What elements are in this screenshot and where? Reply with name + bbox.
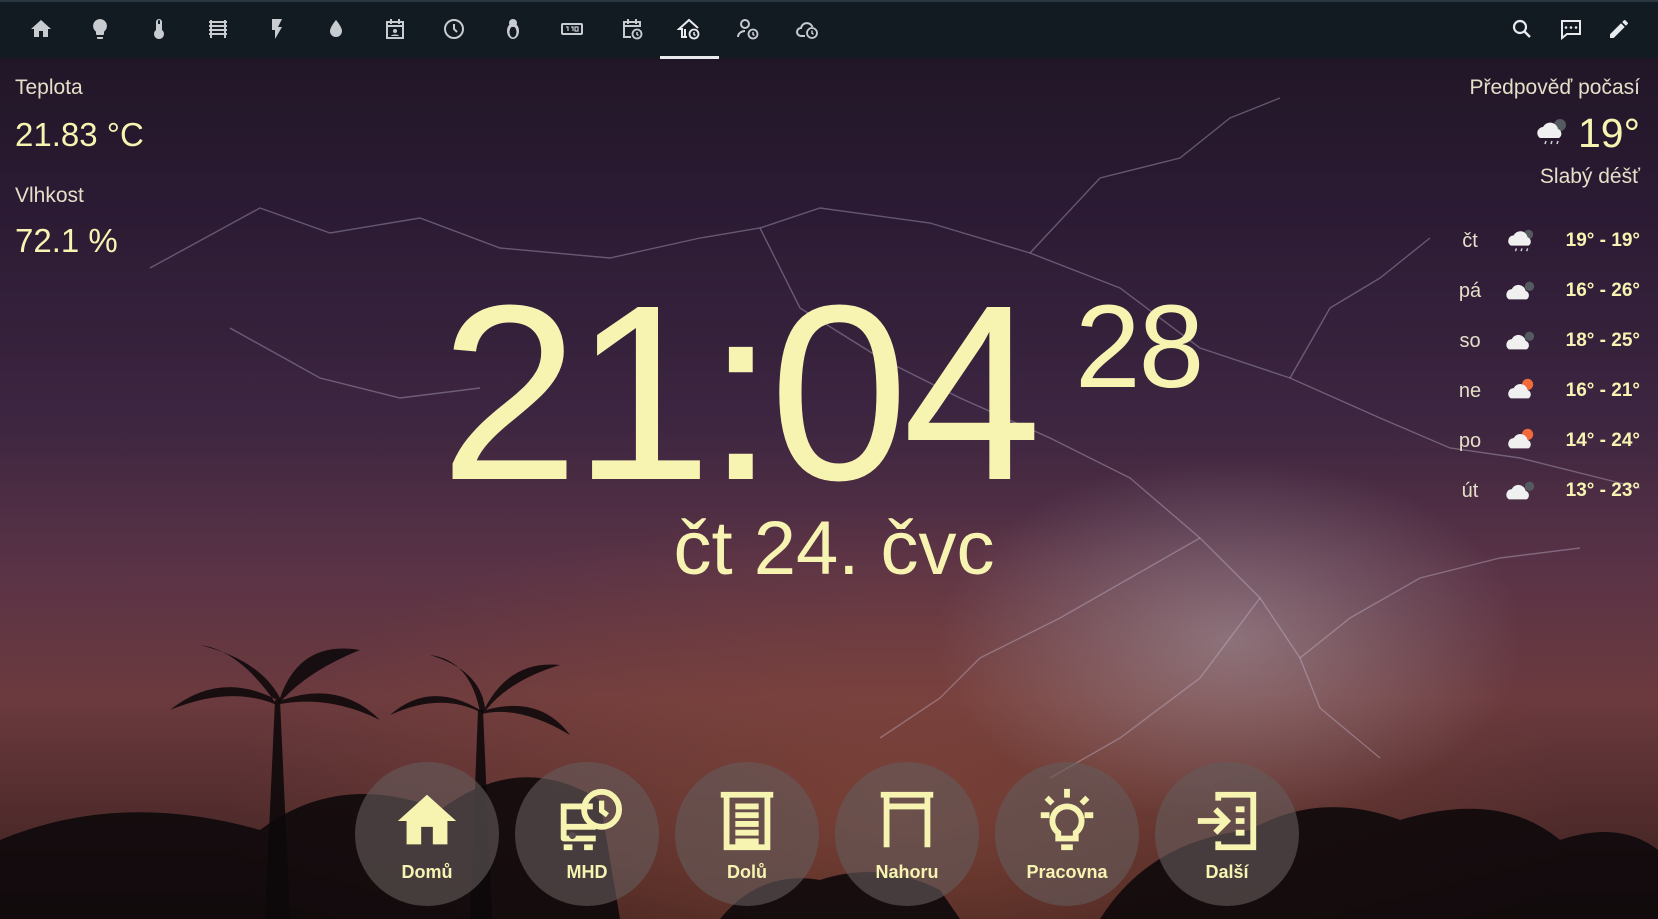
chat-icon[interactable]	[1553, 11, 1589, 47]
lightbulb-icon[interactable]	[82, 11, 118, 47]
partly-sunny-icon	[1505, 426, 1539, 454]
clock-seconds: 28	[1075, 281, 1204, 413]
more-button-label: Další	[1205, 862, 1249, 882]
forecast-row: út 13° - 23°	[1450, 476, 1640, 526]
active-tab-indicator	[660, 56, 719, 59]
calendar-clock-icon[interactable]	[614, 11, 650, 47]
forecast-day: čt	[1462, 230, 1478, 252]
forecast-list: čt 19° - 19° pá 16° - 26° so 18° - 25° n…	[1450, 226, 1640, 526]
clock-digital-icon[interactable]	[554, 11, 590, 47]
cloud-icon	[1505, 476, 1539, 504]
home-button[interactable]: Domů	[355, 762, 499, 906]
humidity-value[interactable]: 72.1 %	[15, 222, 118, 260]
pencil-icon[interactable]	[1601, 11, 1637, 47]
weather-condition: Slabý déšť	[1539, 165, 1640, 188]
blinds-open-icon	[880, 791, 934, 848]
cloud-icon	[1505, 276, 1539, 304]
clock-date: čt 24. čvc	[673, 506, 995, 591]
blinds-down-button[interactable]: Dolů	[675, 762, 819, 906]
cloud-rain-night-icon	[1505, 226, 1539, 254]
clock-icon[interactable]	[436, 11, 472, 47]
forecast-temp: 14° - 24°	[1565, 430, 1640, 451]
mhd-button[interactable]: MHD	[515, 762, 659, 906]
forecast-temp: 18° - 25°	[1565, 330, 1640, 351]
blinds-down-button-label: Dolů	[727, 862, 767, 882]
calendar-account-icon[interactable]	[377, 11, 413, 47]
humidity-label: Vlhkost	[15, 184, 84, 207]
home-icon[interactable]	[23, 11, 59, 47]
forecast-row: čt 19° - 19°	[1450, 226, 1640, 276]
top-toolbar	[0, 0, 1658, 59]
temperature-label: Teplota	[15, 76, 83, 99]
login-list-icon	[1197, 791, 1257, 851]
partly-sunny-icon	[1505, 376, 1539, 404]
clock-time: 21:04	[440, 253, 1042, 532]
forecast-day: ne	[1458, 380, 1482, 402]
more-button[interactable]: Další	[1155, 762, 1299, 906]
current-temperature: 19°	[1577, 110, 1640, 156]
forecast-temp: 19° - 19°	[1565, 230, 1640, 251]
penguin-icon[interactable]	[495, 11, 531, 47]
forecast-row: pá 16° - 26°	[1450, 276, 1640, 326]
flash-icon[interactable]	[259, 11, 295, 47]
home-clock-icon[interactable]	[671, 11, 707, 47]
forecast-row: ne 16° - 21°	[1450, 376, 1640, 426]
cloud-clock-icon[interactable]	[789, 11, 825, 47]
forecast-temp: 16° - 26°	[1565, 280, 1640, 301]
cloud-rain-night-icon	[1534, 116, 1570, 151]
blinds-closed-icon	[720, 791, 774, 851]
lightbulb-on-icon	[1040, 788, 1094, 851]
forecast-day: pá	[1458, 280, 1482, 302]
home-icon	[397, 794, 457, 845]
forecast-day: út	[1461, 480, 1479, 502]
search-icon[interactable]	[1504, 11, 1540, 47]
cloud-icon	[1505, 326, 1539, 354]
radiator-icon[interactable]	[200, 11, 236, 47]
pracovna-button[interactable]: Pracovna	[995, 762, 1139, 906]
blinds-up-button[interactable]: Nahoru	[835, 762, 979, 906]
forecast-temp: 16° - 21°	[1565, 380, 1640, 401]
pracovna-button-label: Pracovna	[1026, 862, 1108, 882]
forecast-day: so	[1459, 330, 1481, 352]
home-button-label: Domů	[401, 862, 453, 882]
bus-clock-icon	[560, 788, 622, 851]
account-clock-icon[interactable]	[730, 11, 766, 47]
weather-card[interactable]: Předpověď počasí 19° Slabý déšť	[1380, 76, 1640, 189]
forecast-temp: 13° - 23°	[1565, 480, 1640, 501]
forecast-row: po 14° - 24°	[1450, 426, 1640, 476]
forecast-row: so 18° - 25°	[1450, 326, 1640, 376]
mhd-button-label: MHD	[566, 862, 608, 882]
temperature-value[interactable]: 21.83 °C	[15, 116, 144, 154]
weather-title: Předpověď počasí	[1469, 76, 1640, 99]
thermometer-icon[interactable]	[141, 11, 177, 47]
palm-trees-silhouette	[0, 645, 1658, 919]
water-icon[interactable]	[318, 11, 354, 47]
forecast-day: po	[1458, 430, 1482, 452]
blinds-up-button-label: Nahoru	[875, 862, 939, 882]
